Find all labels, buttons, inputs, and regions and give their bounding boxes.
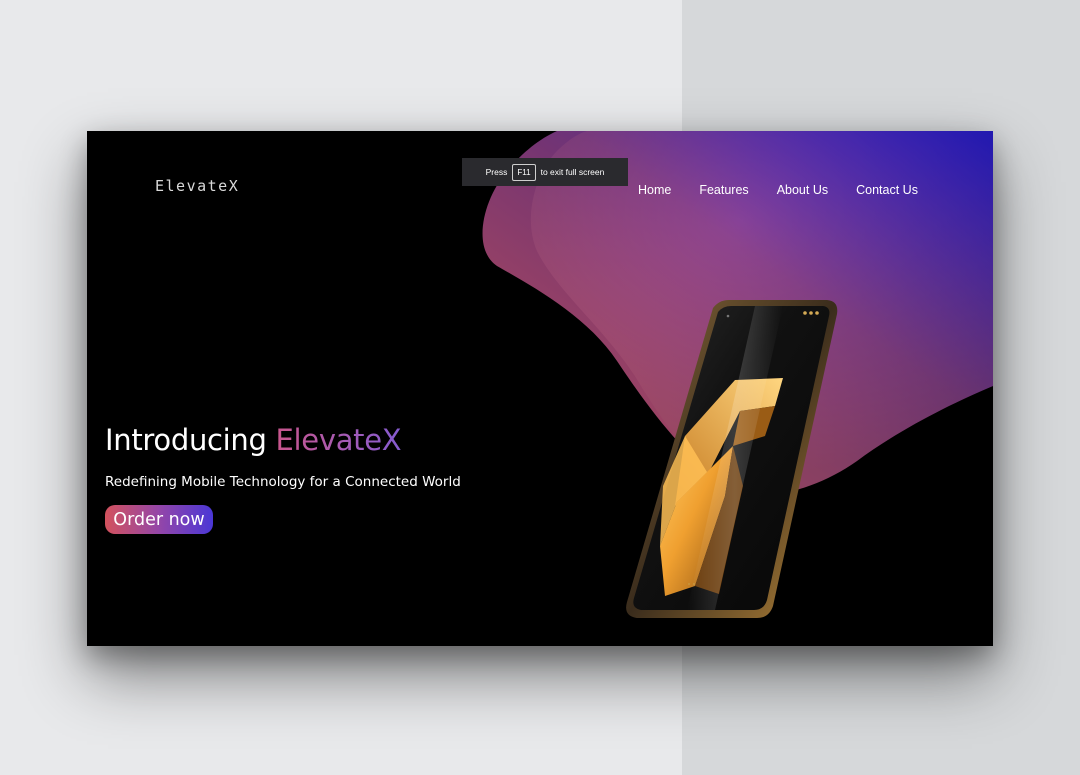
soundwave-icon [245, 170, 284, 202]
brand-logo[interactable]: ElevateX [155, 168, 289, 204]
headline-intro: Introducing [105, 423, 267, 457]
fullscreen-notice-prefix: Press [485, 167, 508, 177]
fullscreen-notice-suffix: to exit full screen [540, 167, 605, 177]
headline-brand-subscript: 2 [401, 441, 414, 463]
headline-brand: ElevateX2 [276, 423, 414, 457]
nav-link-features[interactable]: Features [699, 183, 748, 197]
website-screenshot: ElevateX Press F11 to exit full screen H… [87, 131, 993, 646]
headline-brand-name: ElevateX [275, 423, 402, 457]
nav-link-home[interactable]: Home [638, 183, 671, 197]
fullscreen-exit-notice: Press F11 to exit full screen [462, 158, 628, 186]
order-now-button[interactable]: Order now [105, 505, 213, 534]
logo-text: ElevateX [155, 177, 240, 195]
f11-key-badge: F11 [512, 163, 536, 181]
nav-link-about-us[interactable]: About Us [777, 183, 828, 197]
gradient-blob-background [482, 131, 993, 495]
hero-headline: Introducing ElevateX2 [105, 423, 413, 457]
nav-link-contact-us[interactable]: Contact Us [856, 183, 918, 197]
gold-smartphone-image [626, 300, 838, 618]
main-navigation: Home Features About Us Contact Us [638, 183, 918, 197]
hero-subtitle: Redefining Mobile Technology for a Conne… [105, 474, 461, 490]
